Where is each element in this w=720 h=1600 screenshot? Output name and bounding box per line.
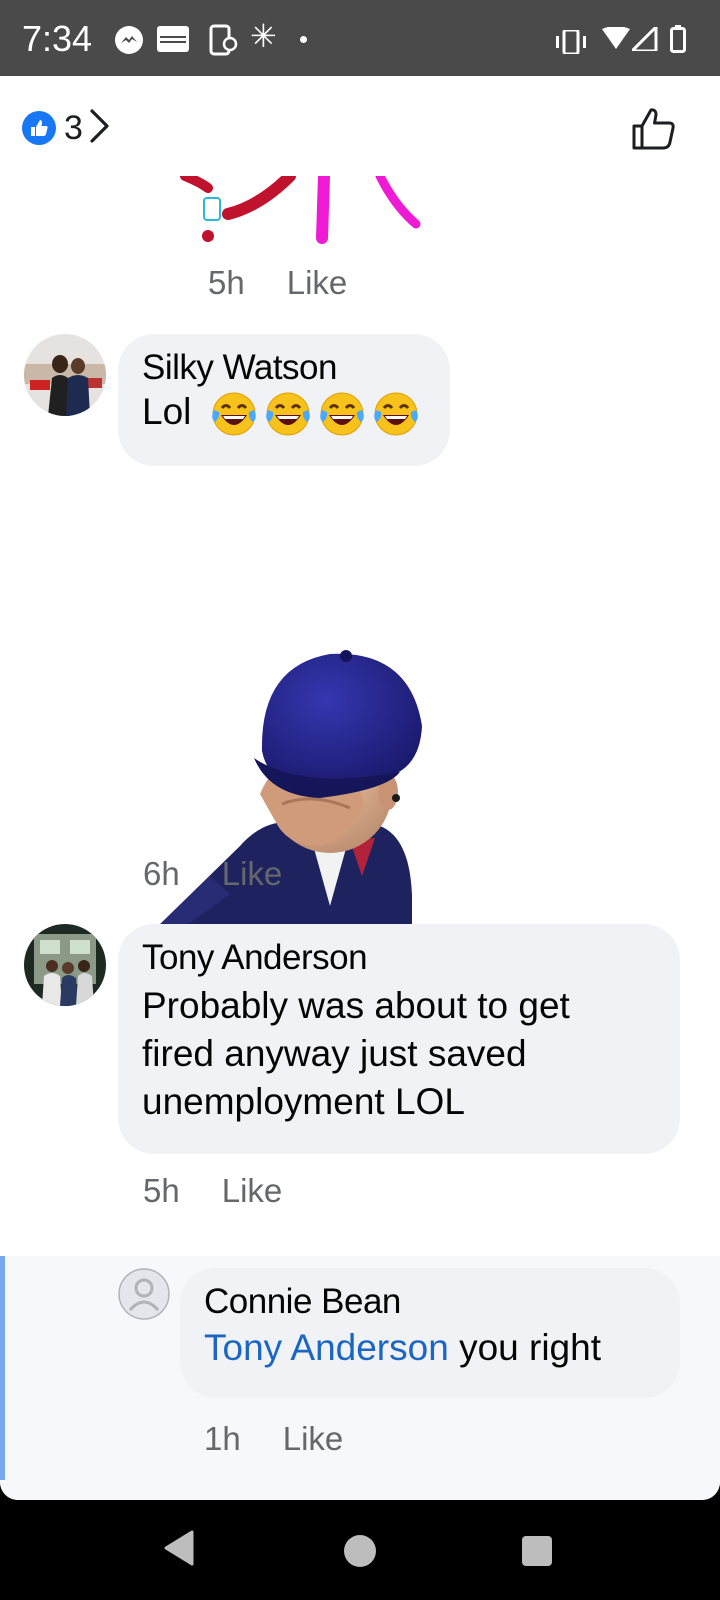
reply-text: Tony Anderson you right [204,1324,656,1372]
comment-text-line: fired anyway just saved [142,1033,527,1074]
reaction-summary[interactable]: 3 [22,108,111,148]
comment-text-line: Probably was about to get [142,985,570,1026]
default-avatar-icon[interactable] [118,1268,170,1320]
reply-bubble[interactable]: Connie Bean Tony Anderson you right [180,1268,680,1398]
dot-icon [300,36,307,43]
tears-of-joy-emoji-icon [372,390,420,438]
vibrate-icon [553,28,589,59]
like-comment-button[interactable]: Like [287,264,348,302]
asterisk-icon: ✳ [250,18,277,54]
comment-time: 5h [208,264,245,301]
comment-meta: 5h Like [143,1172,282,1210]
reply-text-body: you right [448,1327,601,1368]
battery-icon [670,25,686,58]
reply-time: 1h [204,1420,241,1457]
comment-text: Lol [142,388,426,438]
mention-link[interactable]: Tony Anderson [204,1327,449,1368]
reactions-header: 3 [0,76,720,176]
comments-sheet: 3 5h Like Silky Watson Lol 6h Like Tony … [0,76,720,1500]
tears-of-joy-emoji-icon [318,390,366,438]
like-comment-button[interactable]: Like [222,1172,283,1210]
like-reply-button[interactable]: Like [283,1420,344,1458]
reply-indicator-bar [0,1256,5,1480]
thumbs-up-outline-icon[interactable] [630,104,678,152]
signal-icon [628,23,658,56]
calendar-icon [157,26,189,52]
reply-meta: 1h Like [204,1420,343,1458]
sticker-image [180,170,440,252]
navigation-bar [0,1500,720,1600]
reply-thread: Connie Bean Tony Anderson you right 1h L… [0,1256,720,1500]
comment-bubble[interactable]: Tony Anderson Probably was about to get … [118,924,680,1154]
recents-icon[interactable] [522,1536,552,1566]
tears-of-joy-emoji-icon [210,390,258,438]
like-reaction-icon [22,111,56,145]
reply-author[interactable]: Connie Bean [204,1282,656,1322]
comment-author[interactable]: Tony Anderson [142,938,656,978]
back-icon[interactable] [164,1530,194,1571]
avatar[interactable] [24,924,106,1006]
avatar[interactable] [24,334,106,416]
home-icon[interactable] [344,1535,376,1567]
reaction-count: 3 [64,108,83,147]
phone-sync-icon [208,24,238,61]
comment-text-body: Lol [142,391,192,432]
chevron-right-icon [89,108,111,149]
comment-text: Probably was about to get fired anyway j… [142,982,656,1126]
comment-time: 6h [143,855,180,892]
status-time: 7:34 [22,18,93,59]
tears-of-joy-emoji-icon [264,390,312,438]
comment-meta: 6h Like [143,855,282,893]
comment-text-line: unemployment LOL [142,1081,465,1122]
comment-time: 5h [143,1172,180,1209]
messenger-icon [115,26,143,54]
wifi-icon [602,26,630,54]
comment-meta: 5h Like [208,264,347,302]
comment-author[interactable]: Silky Watson [142,348,426,388]
like-comment-button[interactable]: Like [222,855,283,893]
comment-bubble[interactable]: Silky Watson Lol [118,334,450,466]
status-bar: 7:34 ✳ [0,0,720,76]
